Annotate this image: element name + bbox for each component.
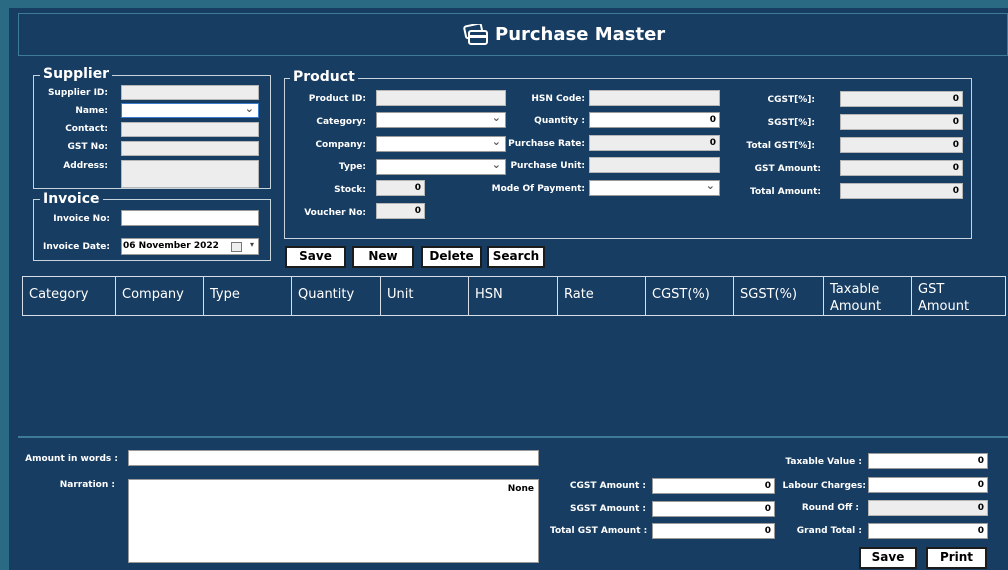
supplier-id-label: Supplier ID: bbox=[47, 88, 108, 98]
invoice-date-value: 06 November 2022 bbox=[123, 241, 219, 251]
sgst-amount-label: SGST Amount : bbox=[570, 504, 646, 514]
grand-total-field[interactable]: 0 bbox=[868, 523, 988, 539]
gst-no-field[interactable] bbox=[121, 141, 259, 156]
total-gst-percent-field[interactable]: 0 bbox=[840, 137, 963, 153]
hsn-code-label: HSN Code: bbox=[531, 94, 585, 104]
delete-button[interactable]: Delete bbox=[421, 246, 482, 268]
contact-field[interactable] bbox=[121, 122, 259, 137]
column-header-type[interactable]: Type bbox=[203, 276, 291, 316]
footer-divider bbox=[18, 436, 1008, 438]
sgst-percent-field[interactable]: 0 bbox=[840, 114, 963, 130]
invoice-no-label: Invoice No: bbox=[53, 214, 110, 224]
card-icon bbox=[463, 24, 488, 45]
amount-in-words-field[interactable] bbox=[128, 450, 539, 466]
total-amount-field[interactable]: 0 bbox=[840, 183, 963, 199]
save-button[interactable]: Save bbox=[285, 246, 346, 268]
gst-amount-field[interactable]: 0 bbox=[840, 160, 963, 176]
search-button[interactable]: Search bbox=[487, 246, 545, 268]
company-select[interactable] bbox=[376, 135, 506, 152]
stock-label: Stock: bbox=[334, 185, 366, 195]
gst-amount-label: GST Amount: bbox=[754, 164, 821, 174]
purchase-unit-label: Purchase Unit: bbox=[510, 161, 585, 171]
invoice-legend: Invoice bbox=[40, 192, 103, 206]
supplier-name-select[interactable] bbox=[121, 102, 259, 118]
round-off-label: Round Off : bbox=[801, 503, 859, 513]
print-button[interactable]: Print bbox=[926, 547, 987, 569]
category-select[interactable] bbox=[376, 111, 506, 128]
product-legend: Product bbox=[290, 70, 358, 84]
grand-total-label: Grand Total : bbox=[796, 526, 862, 536]
company-label: Company: bbox=[315, 140, 366, 150]
footer-save-button[interactable]: Save bbox=[859, 547, 917, 569]
supplier-id-field[interactable] bbox=[121, 85, 259, 100]
supplier-name-label: Name: bbox=[75, 106, 108, 116]
quantity-field[interactable]: 0 bbox=[589, 112, 720, 128]
title-bar: Purchase Master bbox=[18, 13, 1008, 56]
column-header-category[interactable]: Category bbox=[22, 276, 115, 316]
purchase-grid[interactable]: Category Company Type Quantity Unit HSN … bbox=[22, 276, 1006, 436]
labour-charges-label: Labour Charges: bbox=[782, 481, 866, 491]
page-title: Purchase Master bbox=[495, 24, 666, 45]
column-header-company[interactable]: Company bbox=[115, 276, 203, 316]
address-label: Address: bbox=[63, 161, 108, 171]
column-header-hsn[interactable]: HSN bbox=[468, 276, 557, 316]
address-field[interactable] bbox=[121, 160, 259, 188]
quantity-label: Quantity : bbox=[534, 116, 585, 126]
type-select[interactable] bbox=[376, 158, 506, 175]
voucher-no-field[interactable]: 0 bbox=[376, 203, 425, 219]
payment-mode-select[interactable] bbox=[589, 179, 720, 196]
invoice-date-label: Invoice Date: bbox=[42, 242, 110, 252]
column-header-taxable-amount[interactable]: Taxable Amount bbox=[823, 276, 911, 316]
invoice-no-field[interactable] bbox=[121, 210, 259, 226]
stock-field[interactable]: 0 bbox=[376, 180, 425, 196]
purchase-rate-field[interactable]: 0 bbox=[589, 135, 720, 151]
payment-mode-label: Mode Of Payment: bbox=[491, 184, 585, 194]
supplier-legend: Supplier bbox=[40, 67, 113, 81]
narration-field[interactable]: None bbox=[128, 479, 539, 563]
category-label: Category: bbox=[316, 117, 366, 127]
product-id-label: Product ID: bbox=[308, 94, 366, 104]
total-amount-label: Total Amount: bbox=[750, 187, 821, 197]
invoice-date-picker[interactable]: 06 November 2022 ▾ bbox=[121, 238, 259, 255]
cgst-amount-label: CGST Amount : bbox=[569, 481, 646, 491]
dropdown-arrow-icon[interactable]: ▾ bbox=[250, 240, 254, 249]
purchase-unit-field[interactable] bbox=[589, 157, 720, 173]
cgst-percent-label: CGST[%]: bbox=[767, 95, 815, 105]
total-gst-percent-label: Total GST[%]: bbox=[746, 141, 815, 151]
voucher-no-label: Voucher No: bbox=[304, 208, 366, 218]
purchase-rate-label: Purchase Rate: bbox=[508, 139, 585, 149]
product-id-field[interactable] bbox=[376, 90, 506, 106]
cgst-percent-field[interactable]: 0 bbox=[840, 91, 963, 107]
column-header-sgst[interactable]: SGST(%) bbox=[733, 276, 823, 316]
type-label: Type: bbox=[338, 162, 366, 172]
gst-no-label: GST No: bbox=[67, 142, 108, 152]
total-gst-amount-label: Total GST Amount : bbox=[550, 526, 648, 536]
labour-charges-field[interactable]: 0 bbox=[868, 477, 988, 493]
sgst-amount-field[interactable]: 0 bbox=[652, 501, 775, 517]
amount-in-words-label: Amount in words : bbox=[25, 454, 118, 464]
taxable-value-label: Taxable Value : bbox=[785, 457, 862, 467]
round-off-field[interactable]: 0 bbox=[868, 500, 988, 516]
contact-label: Contact: bbox=[65, 124, 108, 134]
column-header-unit[interactable]: Unit bbox=[380, 276, 468, 316]
column-header-cgst[interactable]: CGST(%) bbox=[645, 276, 733, 316]
column-header-rate[interactable]: Rate bbox=[557, 276, 645, 316]
column-header-gst-amount[interactable]: GST Amount bbox=[911, 276, 1006, 316]
cgst-amount-field[interactable]: 0 bbox=[652, 478, 775, 494]
column-header-quantity[interactable]: Quantity bbox=[291, 276, 380, 316]
sgst-percent-label: SGST[%]: bbox=[767, 118, 815, 128]
hsn-code-field[interactable] bbox=[589, 90, 720, 106]
narration-value: None bbox=[507, 484, 534, 494]
total-gst-amount-field[interactable]: 0 bbox=[652, 523, 775, 539]
narration-label: Narration : bbox=[59, 480, 115, 490]
new-button[interactable]: New bbox=[352, 246, 414, 268]
taxable-value-field[interactable]: 0 bbox=[868, 453, 988, 469]
calendar-icon[interactable] bbox=[231, 242, 242, 252]
